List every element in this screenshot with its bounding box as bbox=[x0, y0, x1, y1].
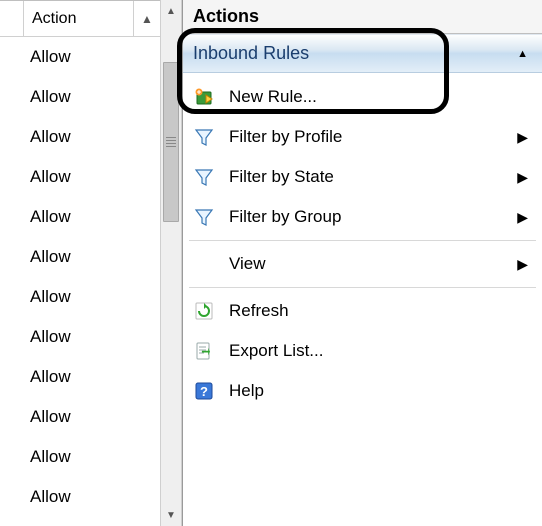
submenu-arrow-icon: ▶ bbox=[517, 129, 528, 146]
menu-label: Export List... bbox=[229, 341, 323, 361]
blank-icon bbox=[193, 253, 215, 275]
cell-action: Allow bbox=[30, 487, 71, 507]
submenu-arrow-icon: ▶ bbox=[517, 169, 528, 186]
filter-by-group-button[interactable]: Filter by Group ▶ bbox=[183, 197, 542, 237]
cell-action: Allow bbox=[30, 327, 71, 347]
new-rule-icon bbox=[193, 86, 215, 108]
menu-separator bbox=[189, 240, 536, 241]
scroll-thumb[interactable] bbox=[163, 62, 179, 222]
table-row[interactable]: Allow bbox=[0, 397, 160, 437]
menu-label: New Rule... bbox=[229, 87, 317, 107]
table-row[interactable]: Allow bbox=[0, 157, 160, 197]
table-body: Allow Allow Allow Allow Allow Allow Allo… bbox=[0, 37, 160, 526]
section-header-inbound-rules[interactable]: Inbound Rules ▲ bbox=[183, 34, 542, 73]
scroll-track[interactable] bbox=[161, 22, 181, 504]
cell-action: Allow bbox=[30, 367, 71, 387]
submenu-arrow-icon: ▶ bbox=[517, 256, 528, 273]
refresh-icon bbox=[193, 300, 215, 322]
scroll-down-button[interactable]: ▼ bbox=[161, 504, 181, 526]
scroll-grip-icon bbox=[166, 137, 176, 147]
svg-text:?: ? bbox=[200, 384, 208, 399]
cell-action: Allow bbox=[30, 407, 71, 427]
export-icon bbox=[193, 340, 215, 362]
menu-label: Refresh bbox=[229, 301, 289, 321]
refresh-button[interactable]: Refresh bbox=[183, 291, 542, 331]
menu-label: Filter by Profile bbox=[229, 127, 342, 147]
cell-action: Allow bbox=[30, 447, 71, 467]
table-row[interactable]: Allow bbox=[0, 37, 160, 77]
vertical-scrollbar[interactable]: ▲ ▼ bbox=[160, 0, 182, 526]
view-button[interactable]: View ▶ bbox=[183, 244, 542, 284]
column-header-row: Action ▲ bbox=[0, 1, 160, 37]
scroll-up-button[interactable]: ▲ bbox=[161, 0, 181, 22]
export-list-button[interactable]: Export List... bbox=[183, 331, 542, 371]
menu-separator bbox=[189, 287, 536, 288]
menu-label: Filter by Group bbox=[229, 207, 341, 227]
funnel-icon bbox=[193, 206, 215, 228]
menu-label: View bbox=[229, 254, 266, 274]
menu-label: Help bbox=[229, 381, 264, 401]
rules-table-fragment: Action ▲ Allow Allow Allow Allow Allow A… bbox=[0, 0, 160, 526]
help-button[interactable]: ? Help bbox=[183, 371, 542, 411]
cell-action: Allow bbox=[30, 207, 71, 227]
help-icon: ? bbox=[193, 380, 215, 402]
actions-menu: New Rule... Filter by Profile ▶ Filter b bbox=[183, 73, 542, 415]
menu-label: Filter by State bbox=[229, 167, 334, 187]
table-row[interactable]: Allow bbox=[0, 77, 160, 117]
column-header-label: Action bbox=[32, 10, 76, 28]
cell-action: Allow bbox=[30, 167, 71, 187]
filter-by-profile-button[interactable]: Filter by Profile ▶ bbox=[183, 117, 542, 157]
table-row[interactable]: Allow bbox=[0, 197, 160, 237]
table-row[interactable]: Allow bbox=[0, 117, 160, 157]
cell-action: Allow bbox=[30, 127, 71, 147]
table-row[interactable]: Allow bbox=[0, 317, 160, 357]
column-sort-indicator[interactable]: ▲ bbox=[134, 1, 160, 36]
table-row[interactable]: Allow bbox=[0, 437, 160, 477]
cell-action: Allow bbox=[30, 87, 71, 107]
column-resize-handle[interactable] bbox=[0, 1, 24, 36]
collapse-up-icon: ▲ bbox=[517, 48, 528, 60]
table-row[interactable]: Allow bbox=[0, 477, 160, 517]
cell-action: Allow bbox=[30, 47, 71, 67]
table-row[interactable]: Allow bbox=[0, 277, 160, 317]
new-rule-button[interactable]: New Rule... bbox=[183, 77, 542, 117]
cell-action: Allow bbox=[30, 247, 71, 267]
column-header-action[interactable]: Action bbox=[24, 1, 134, 36]
filter-by-state-button[interactable]: Filter by State ▶ bbox=[183, 157, 542, 197]
funnel-icon bbox=[193, 166, 215, 188]
table-row[interactable]: Allow bbox=[0, 237, 160, 277]
sort-up-icon: ▲ bbox=[141, 12, 153, 26]
section-title-label: Inbound Rules bbox=[193, 43, 309, 64]
funnel-icon bbox=[193, 126, 215, 148]
actions-panel-title: Actions bbox=[183, 0, 542, 34]
submenu-arrow-icon: ▶ bbox=[517, 209, 528, 226]
cell-action: Allow bbox=[30, 287, 71, 307]
table-row[interactable]: Allow bbox=[0, 357, 160, 397]
actions-panel: Actions Inbound Rules ▲ New Rule... bbox=[182, 0, 542, 526]
